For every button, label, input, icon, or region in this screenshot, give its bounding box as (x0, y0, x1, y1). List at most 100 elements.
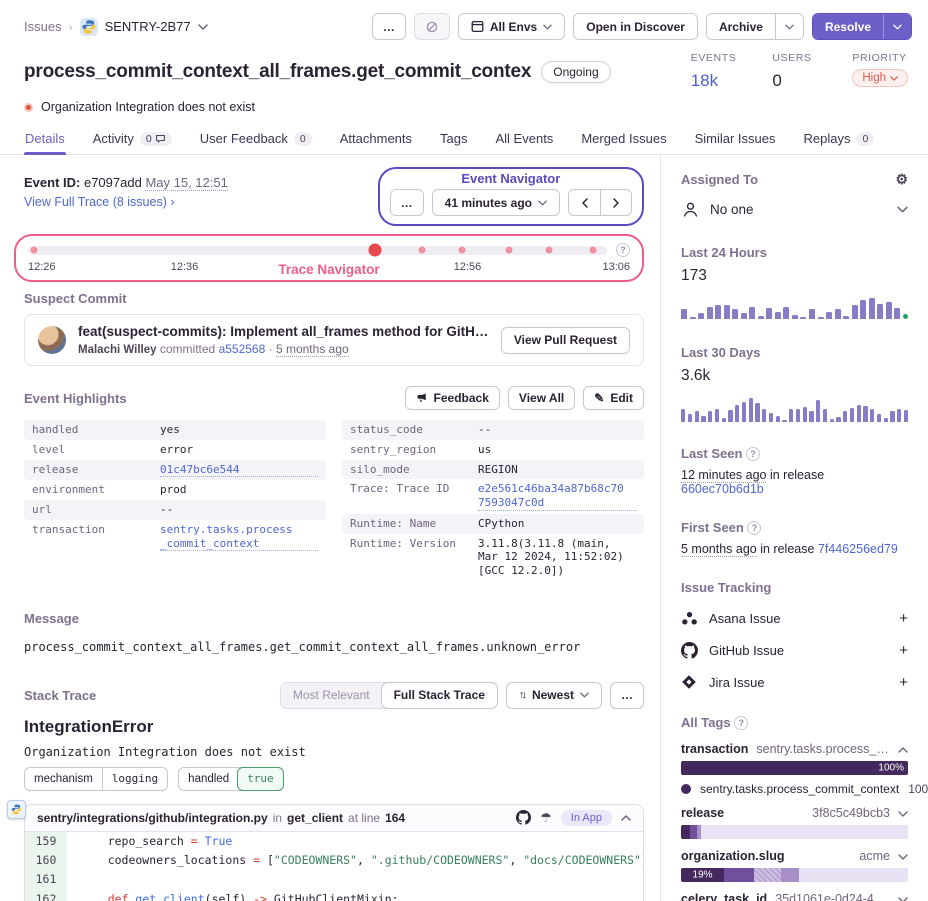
chevron-down-icon[interactable] (198, 24, 208, 30)
sort-newest-dropdown[interactable]: ↑↓ Newest (506, 682, 602, 709)
chevron-down-icon[interactable] (898, 897, 908, 901)
frame-function: get_client (287, 811, 343, 825)
last-30d-label: Last 30 Days (681, 345, 761, 360)
resolve-button[interactable]: Resolve (813, 14, 883, 39)
highlight-key: Runtime: Name (350, 517, 478, 531)
stat-users-value[interactable]: 0 (772, 71, 816, 91)
highlight-value[interactable]: 01c47bc6e544 (160, 463, 318, 478)
pill-handled[interactable]: handledtrue (178, 767, 283, 791)
last-seen-age: 12 minutes ago (681, 468, 766, 483)
resolve-dropdown-button[interactable] (883, 14, 911, 39)
tab-details[interactable]: Details (24, 127, 66, 154)
full-stack-trace-segment[interactable]: Full Stack Trace (381, 682, 498, 709)
gear-icon[interactable]: ⚙ (895, 171, 908, 188)
issue-tracking-rows: Asana Issue+ GitHub Issue+ Jira Issue+ (681, 610, 908, 691)
more-actions-button[interactable]: … (372, 13, 406, 40)
add-asana-issue-button[interactable]: + (899, 610, 908, 627)
edit-button[interactable]: ✎ Edit (583, 386, 644, 410)
add-github-issue-button[interactable]: + (899, 642, 908, 659)
breadcrumb-issue-id[interactable]: SENTRY-2B77 (105, 19, 191, 34)
code-text: def get_client(self) -> GitHubClientMixi… (67, 890, 643, 901)
trace-timeline-track[interactable] (28, 246, 607, 255)
status-badge[interactable]: Ongoing (541, 61, 610, 83)
tab-attachments[interactable]: Attachments (339, 127, 413, 154)
add-jira-issue-button[interactable]: + (899, 674, 908, 691)
trace-event-dot[interactable] (459, 247, 466, 254)
trace-tick-label: 12:36 (171, 261, 199, 273)
chart-bar (816, 400, 820, 422)
chart-bar (843, 316, 849, 319)
edit-label: Edit (610, 391, 633, 405)
tab-similar-issues[interactable]: Similar Issues (694, 127, 777, 154)
tag-distribution-bar[interactable] (681, 825, 908, 839)
last-seen-release-link[interactable]: 660ec70b6d1b (681, 482, 764, 496)
chevron-down-icon (893, 24, 902, 30)
chevron-up-icon[interactable] (621, 815, 631, 821)
chart-bar (701, 416, 705, 422)
chevron-down-icon[interactable] (898, 811, 908, 817)
tag-distribution-bar[interactable]: 19% (681, 868, 908, 882)
current-event-dot[interactable] (369, 244, 382, 257)
most-relevant-segment[interactable]: Most Relevant (281, 688, 382, 702)
tab-user-feedback[interactable]: User Feedback0 (199, 127, 313, 154)
tag-distribution-bar[interactable]: 100% (681, 761, 908, 775)
first-seen-release-link[interactable]: 7f446256ed79 (818, 542, 898, 556)
trace-event-dot[interactable] (546, 247, 553, 254)
commit-author: Malachi Willey (78, 344, 157, 356)
chart-bar (852, 305, 858, 319)
highlight-value: prod (160, 483, 318, 497)
view-all-button[interactable]: View All (508, 386, 575, 410)
stack-trace-more-button[interactable]: … (610, 682, 644, 709)
archive-button[interactable]: Archive (707, 14, 775, 39)
codecov-icon[interactable]: ☂ (540, 810, 552, 826)
chart-bar (681, 409, 685, 422)
breadcrumb-issues-link[interactable]: Issues (24, 19, 62, 34)
highlight-value[interactable]: sentry.tasks.process _commit_context (160, 523, 318, 552)
tracking-row-asana-issue[interactable]: Asana Issue+ (681, 610, 908, 627)
tag-legend-row[interactable]: sentry.tasks.process_commit_context100% (681, 782, 908, 796)
trace-event-dot[interactable] (505, 247, 512, 254)
tracking-row-github-issue[interactable]: GitHub Issue+ (681, 642, 908, 659)
commit-sha-link[interactable]: a552568 (219, 342, 266, 356)
view-full-trace-link[interactable]: View Full Trace (8 issues) › (24, 195, 175, 209)
tab-all-events[interactable]: All Events (495, 127, 555, 154)
chart-bar (735, 405, 739, 422)
assignee-selector[interactable]: No one (681, 200, 908, 219)
chart-bar (758, 316, 764, 320)
tab-replays[interactable]: Replays0 (803, 127, 876, 154)
chart-bar (775, 312, 781, 320)
help-icon[interactable]: ? (616, 243, 630, 257)
event-age-dropdown[interactable]: 41 minutes ago (432, 189, 560, 216)
next-event-button[interactable] (600, 190, 631, 215)
trace-event-dot[interactable] (418, 247, 425, 254)
previous-event-button[interactable] (569, 190, 600, 215)
view-pull-request-button[interactable]: View Pull Request (501, 327, 630, 354)
tracking-row-jira-issue[interactable]: Jira Issue+ (681, 674, 908, 691)
archive-dropdown-button[interactable] (775, 14, 803, 39)
open-in-discover-button[interactable]: Open in Discover (573, 13, 698, 40)
feedback-button[interactable]: Feedback (405, 386, 500, 410)
tab-merged-issues[interactable]: Merged Issues (580, 127, 667, 154)
stat-priority-label: PRIORITY (852, 52, 908, 64)
frame-header[interactable]: sentry/integrations/github/integration.p… (25, 805, 643, 832)
trace-event-dot[interactable] (30, 247, 37, 254)
github-icon[interactable] (516, 810, 531, 825)
highlight-key: transaction (32, 523, 160, 552)
environment-filter-button[interactable]: All Envs (458, 13, 565, 40)
tab-tags[interactable]: Tags (439, 127, 468, 154)
chevron-down-icon[interactable] (898, 854, 908, 860)
last-24h-header: Last 24 Hours (681, 245, 908, 260)
commit-subtitle: Malachi Willey committed a552568 · 5 mon… (78, 342, 489, 356)
trace-event-dot[interactable] (589, 247, 596, 254)
highlight-value[interactable]: e2e561c46ba34a87b68c70 7593047c0d (478, 482, 636, 511)
message-section-label: Message (24, 611, 644, 626)
chevron-up-icon[interactable] (898, 747, 908, 753)
pill-mechanism[interactable]: mechanismlogging (24, 767, 168, 791)
priority-badge[interactable]: High (852, 69, 908, 87)
event-timestamp[interactable]: May 15, 12:51 (145, 175, 227, 191)
all-tags-list: transactionsentry.tasks.process_com…100%… (681, 742, 908, 901)
stat-events-value[interactable]: 18k (691, 71, 737, 91)
event-more-button[interactable]: … (390, 189, 424, 216)
tab-activity[interactable]: Activity0 (92, 127, 173, 154)
mute-button[interactable] (414, 13, 450, 40)
